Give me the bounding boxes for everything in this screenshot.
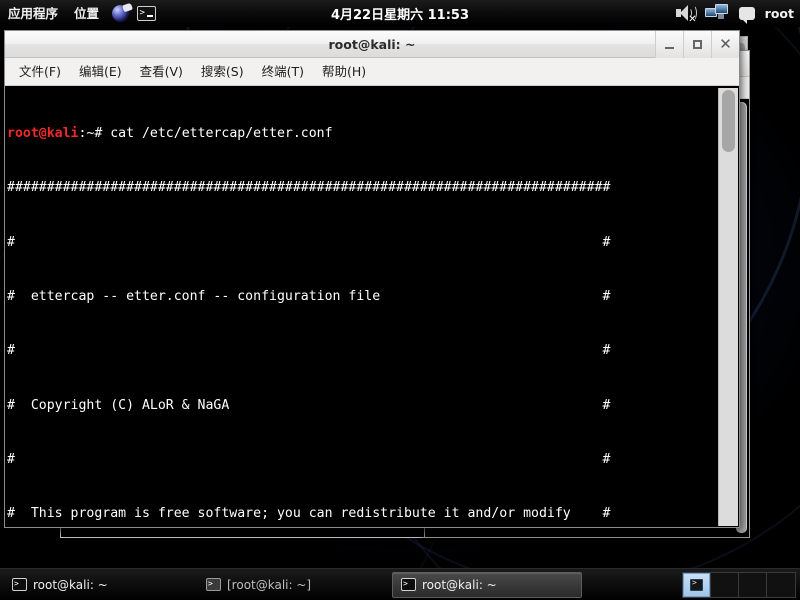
applications-menu[interactable]: 应用程序	[0, 0, 66, 27]
taskbar-item-3[interactable]: root@kali: ~	[392, 571, 582, 598]
taskbar[interactable]: root@kali: ~ [root@kali: ~] root@kali: ~	[0, 568, 800, 600]
window-controls[interactable]: ✕	[655, 30, 739, 58]
terminal-output-area[interactable]: root@kali:~# cat /etc/ettercap/etter.con…	[5, 87, 739, 527]
workspace-2[interactable]	[711, 572, 739, 597]
terminal-line: ########################################…	[7, 180, 611, 196]
user-chat-icon[interactable]	[738, 6, 755, 24]
terminal-window[interactable]: root@kali: ~ ✕ 文件(F) 编辑(E) 查看(V) 搜索(S) 终…	[4, 30, 740, 528]
taskbar-item-2[interactable]: [root@kali: ~]	[198, 572, 388, 598]
terminal-icon	[401, 577, 416, 591]
minimize-icon	[665, 46, 674, 49]
menu-terminal[interactable]: 终端(T)	[253, 62, 313, 82]
terminal-line: # #	[7, 451, 611, 467]
workspace-4[interactable]	[767, 573, 795, 597]
prompt-command: cat /etc/ettercap/etter.conf	[110, 126, 333, 142]
close-button[interactable]: ✕	[711, 30, 739, 58]
terminal-icon	[12, 577, 27, 591]
menu-help[interactable]: 帮助(H)	[313, 62, 375, 82]
volume-mute-cross: ✕	[688, 14, 697, 25]
menubar[interactable]: 文件(F) 编辑(E) 查看(V) 搜索(S) 终端(T) 帮助(H)	[5, 58, 739, 86]
monitor-front	[714, 4, 728, 14]
titlebar[interactable]: root@kali: ~ ✕	[5, 30, 739, 58]
terminal-line: # ettercap -- etter.conf -- configuratio…	[7, 289, 611, 305]
monitor-stand	[717, 14, 724, 19]
workspace-switcher[interactable]	[682, 571, 796, 598]
taskbar-item-label: root@kali: ~	[33, 577, 108, 592]
prompt-user-host: root@kali	[7, 126, 79, 142]
maximize-icon	[693, 39, 702, 49]
terminal-line: # #	[7, 234, 611, 250]
menu-search[interactable]: 搜索(S)	[192, 62, 253, 82]
terminal-icon	[206, 577, 221, 591]
minimize-button[interactable]	[655, 30, 683, 58]
terminal-line: # Copyright (C) ALoR & NaGA #	[7, 397, 611, 413]
browser-launcher[interactable]	[107, 0, 133, 27]
terminal-scrollbar[interactable]	[718, 88, 738, 526]
close-icon: ✕	[719, 34, 732, 53]
menu-edit[interactable]: 编辑(E)	[70, 62, 131, 82]
terminal-launcher[interactable]	[133, 0, 159, 27]
volume-muted-icon[interactable]: ✕	[675, 4, 697, 25]
taskbar-item-label: root@kali: ~	[422, 577, 497, 592]
taskbar-item-label: [root@kali: ~]	[227, 577, 312, 592]
prompt-path: :~#	[78, 126, 111, 142]
window-title: root@kali: ~	[328, 36, 416, 52]
places-menu[interactable]: 位置	[66, 0, 107, 27]
workspace-1[interactable]	[683, 572, 711, 597]
taskbar-item-1[interactable]: root@kali: ~	[4, 572, 194, 598]
terminal-icon	[690, 577, 703, 591]
menu-file[interactable]: 文件(F)	[10, 62, 70, 82]
network-monitors-icon[interactable]	[704, 4, 729, 22]
panel-indicators[interactable]: ✕ root	[675, 0, 800, 27]
terminal-scroll-thumb[interactable]	[722, 90, 735, 152]
terminal-line: # #	[7, 343, 611, 359]
top-panel[interactable]: 应用程序 位置 4月22日星期六 11:53 ✕ root	[0, 0, 800, 27]
terminal-icon	[136, 5, 156, 21]
terminal-line: # This program is free software; you can…	[7, 506, 611, 522]
workspace-3[interactable]	[739, 572, 767, 597]
panel-user-label[interactable]: root	[765, 6, 794, 21]
menu-view[interactable]: 查看(V)	[131, 62, 192, 82]
maximize-button[interactable]	[683, 30, 711, 58]
terminal-prompt-line: root@kali:~# cat /etc/ettercap/etter.con…	[7, 125, 717, 143]
terminal-text: root@kali:~# cat /etc/ettercap/etter.con…	[7, 89, 717, 527]
globe-icon	[111, 4, 129, 22]
